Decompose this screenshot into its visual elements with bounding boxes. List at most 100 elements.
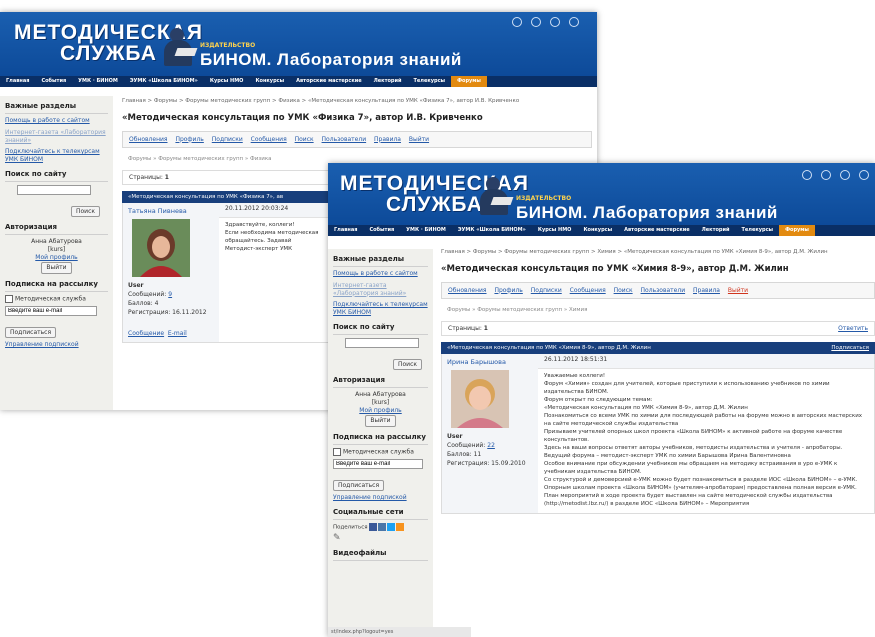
nav-item[interactable]: ЭУМК «Школа БИНОМ» <box>124 76 204 87</box>
nav-item[interactable]: Конкурсы <box>249 76 290 87</box>
nav-item[interactable]: Телекурсы <box>407 76 451 87</box>
tab-subscriptions[interactable]: Подписки <box>531 287 562 294</box>
manage-subscription-link[interactable]: Управление подпиской <box>333 494 428 502</box>
publisher-label: ИЗДАТЕЛЬСТВО <box>516 195 572 202</box>
twitter-icon[interactable] <box>387 522 396 531</box>
tab-profile[interactable]: Профиль <box>494 287 522 294</box>
tab-logout[interactable]: Выйти <box>409 136 429 143</box>
posts-count[interactable]: 9 <box>168 291 172 298</box>
tab-rules[interactable]: Правила <box>693 287 720 294</box>
email-field[interactable] <box>5 306 97 317</box>
tab-updates[interactable]: Обновления <box>129 136 168 143</box>
nav-item[interactable]: Главная <box>0 76 35 87</box>
author-name[interactable]: Татьяна Пивнева <box>128 207 214 215</box>
breadcrumb[interactable]: Главная > Форумы > Форумы методических г… <box>441 249 875 257</box>
user-icon[interactable] <box>840 170 850 180</box>
thread-subscribe-link[interactable]: Подписаться <box>831 345 869 351</box>
sidebar-link-help[interactable]: Помощь в работе с сайтом <box>333 270 428 278</box>
page-title: «Методическая консультация по УМК «Физик… <box>122 112 483 123</box>
search-button[interactable]: Поиск <box>70 205 100 217</box>
tab-rules[interactable]: Правила <box>374 136 401 143</box>
nav-item[interactable]: События <box>363 225 400 236</box>
mail-icon[interactable] <box>859 170 869 180</box>
home-icon[interactable] <box>512 17 522 27</box>
page-number[interactable]: 1 <box>484 325 488 332</box>
search-icon[interactable] <box>821 170 831 180</box>
forum-window-chemistry: МЕТОДИЧЕСКАЯ СЛУЖБА ИЗДАТЕЛЬСТВО БИНОМ. … <box>328 163 875 637</box>
breadcrumb[interactable]: Главная > Форумы > Форумы методических г… <box>122 98 592 106</box>
email-field[interactable] <box>333 459 423 470</box>
sidebar-link-newspaper[interactable]: Интернет-газета «Лаборатория знаний» <box>5 129 108 145</box>
thread-title: «Методическая консультация по УМК «Химия… <box>447 344 651 351</box>
sidebar-link-help[interactable]: Помощь в работе с сайтом <box>5 117 108 125</box>
tab-subscriptions[interactable]: Подписки <box>212 136 243 143</box>
profile-link[interactable]: Мой профиль <box>5 254 108 262</box>
search-icon[interactable] <box>531 17 541 27</box>
subscribe-button[interactable]: Подписаться <box>333 480 385 492</box>
author-registered: Регистрация: 15.09.2010 <box>447 459 526 467</box>
search-input[interactable] <box>345 337 419 348</box>
nav-item[interactable]: Лекторий <box>368 76 408 87</box>
checkbox-icon[interactable] <box>333 448 341 457</box>
clip-icon[interactable]: ✎ <box>333 533 428 543</box>
profile-link[interactable]: Мой профиль <box>333 407 428 415</box>
logout-button[interactable]: Выйти <box>41 261 72 275</box>
sidebar-link-telecourses[interactable]: Подключайтесь к телекурсам УМК БИНОМ <box>5 148 108 164</box>
odnoklassniki-icon[interactable] <box>396 522 405 531</box>
nav-item[interactable]: Авторские мастерские <box>618 225 695 236</box>
nav-item-forums[interactable]: Форумы <box>779 225 815 236</box>
page-number[interactable]: 1 <box>165 174 169 181</box>
facebook-icon[interactable] <box>369 522 378 531</box>
forum-subnav[interactable]: Форумы » Форумы методических групп » Физ… <box>128 156 586 162</box>
subscribe-option: Методическая служба <box>343 448 414 456</box>
nav-item-forums[interactable]: Форумы <box>451 76 487 87</box>
nav-item[interactable]: Главная <box>328 225 363 236</box>
reply-link[interactable]: Ответить <box>838 325 868 332</box>
search-input[interactable] <box>17 184 91 195</box>
nav-item[interactable]: Курсы НМО <box>532 225 578 236</box>
tab-search[interactable]: Поиск <box>295 136 314 143</box>
forum-subnav[interactable]: Форумы » Форумы методических групп » Хим… <box>447 307 869 313</box>
message-link[interactable]: Сообщение <box>128 330 164 337</box>
tab-search[interactable]: Поиск <box>614 287 633 294</box>
publisher-label: ИЗДАТЕЛЬСТВО <box>200 42 256 49</box>
checkbox-icon[interactable] <box>5 295 13 304</box>
tab-profile[interactable]: Профиль <box>175 136 203 143</box>
post-body: 26.11.2012 18:51:31 Уважаемые коллеги! Ф… <box>538 353 874 513</box>
tab-messages[interactable]: Сообщения <box>570 287 606 294</box>
tab-updates[interactable]: Обновления <box>448 287 487 294</box>
subscribe-button[interactable]: Подписаться <box>5 327 57 339</box>
sidebar-link-newspaper[interactable]: Интернет-газета «Лаборатория знаний» <box>333 282 428 298</box>
mail-icon[interactable] <box>569 17 579 27</box>
home-icon[interactable] <box>802 170 812 180</box>
search-button[interactable]: Поиск <box>392 358 422 370</box>
email-link[interactable]: E-mail <box>168 330 187 337</box>
nav-item[interactable]: ЭУМК «Школа БИНОМ» <box>452 225 532 236</box>
subscribe-checkbox[interactable]: Методическая служба <box>333 448 428 457</box>
nav-item[interactable]: Конкурсы <box>577 225 618 236</box>
nav-item[interactable]: Курсы НМО <box>204 76 250 87</box>
user-icon[interactable] <box>550 17 560 27</box>
nav-item[interactable]: Телекурсы <box>735 225 779 236</box>
subscribe-checkbox[interactable]: Методическая служба <box>5 295 108 304</box>
forum-post: Ирина Барышова User Сообщений: 22 Баллов… <box>441 353 875 514</box>
nav-item[interactable]: Авторские мастерские <box>290 76 367 87</box>
tab-users[interactable]: Пользователи <box>641 287 686 294</box>
subscribe-title: Подписка на рассылку <box>333 433 428 446</box>
tab-logout[interactable]: Выйти <box>728 287 748 294</box>
tab-messages[interactable]: Сообщения <box>251 136 287 143</box>
vk-icon[interactable] <box>378 522 387 531</box>
author-name[interactable]: Ирина Барышова <box>447 358 533 366</box>
post-author-panel: Ирина Барышова User Сообщений: 22 Баллов… <box>442 353 538 513</box>
sidebar-link-telecourses[interactable]: Подключайтесь к телекурсам УМК БИНОМ <box>333 301 428 317</box>
manage-subscription-link[interactable]: Управление подпиской <box>5 341 108 349</box>
nav-item[interactable]: События <box>35 76 72 87</box>
nav-item[interactable]: Лекторий <box>696 225 736 236</box>
logout-button[interactable]: Выйти <box>365 414 396 428</box>
nav-item[interactable]: УМК · БИНОМ <box>72 76 124 87</box>
posts-label: Сообщений: <box>128 290 167 298</box>
tab-users[interactable]: Пользователи <box>322 136 367 143</box>
nav-item[interactable]: УМК · БИНОМ <box>400 225 452 236</box>
posts-count[interactable]: 22 <box>487 442 495 449</box>
author-role: User <box>128 281 144 289</box>
